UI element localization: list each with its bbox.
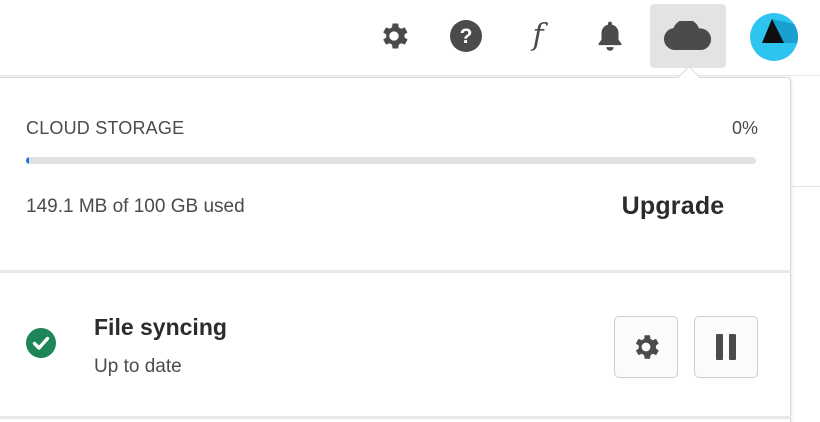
fonts-button[interactable]: f [514, 12, 562, 60]
section-divider-bottom [0, 416, 791, 419]
storage-progress-bar [26, 157, 756, 164]
cloud-icon [664, 21, 712, 51]
cloud-storage-popover: CLOUD STORAGE 0% 149.1 MB of 100 GB used… [0, 77, 791, 422]
storage-used-text: 149.1 MB of 100 GB used [26, 196, 245, 217]
file-syncing-status: Up to date [94, 356, 182, 377]
check-circle-icon [26, 328, 56, 358]
storage-progress-fill [26, 157, 29, 164]
pause-icon [716, 334, 736, 360]
help-glyph: ? [460, 25, 473, 48]
gear-icon [635, 335, 659, 359]
help-button[interactable]: ? [442, 12, 490, 60]
popover-caret [675, 64, 701, 78]
settings-button[interactable] [370, 12, 418, 60]
bell-icon [598, 21, 622, 51]
gear-icon [383, 23, 408, 49]
upgrade-button[interactable]: Upgrade [608, 186, 738, 226]
file-syncing-title: File syncing [94, 314, 227, 340]
fonts-icon: f [532, 18, 544, 53]
sync-settings-button[interactable] [614, 316, 678, 378]
notifications-button[interactable] [586, 12, 634, 60]
app-stage: ? f CLOUD STORAGE 0% 149.1 MB of 100 GB … [0, 0, 820, 422]
avatar[interactable] [750, 13, 798, 61]
help-icon: ? [450, 20, 482, 52]
storage-percent: 0% [731, 118, 758, 138]
cloud-button[interactable] [650, 4, 726, 68]
storage-title: CLOUD STORAGE [26, 118, 185, 138]
background-divider [792, 186, 820, 187]
page-background [792, 76, 820, 422]
sync-pause-button[interactable] [694, 316, 758, 378]
section-divider [0, 270, 791, 273]
avatar-image [750, 13, 798, 61]
